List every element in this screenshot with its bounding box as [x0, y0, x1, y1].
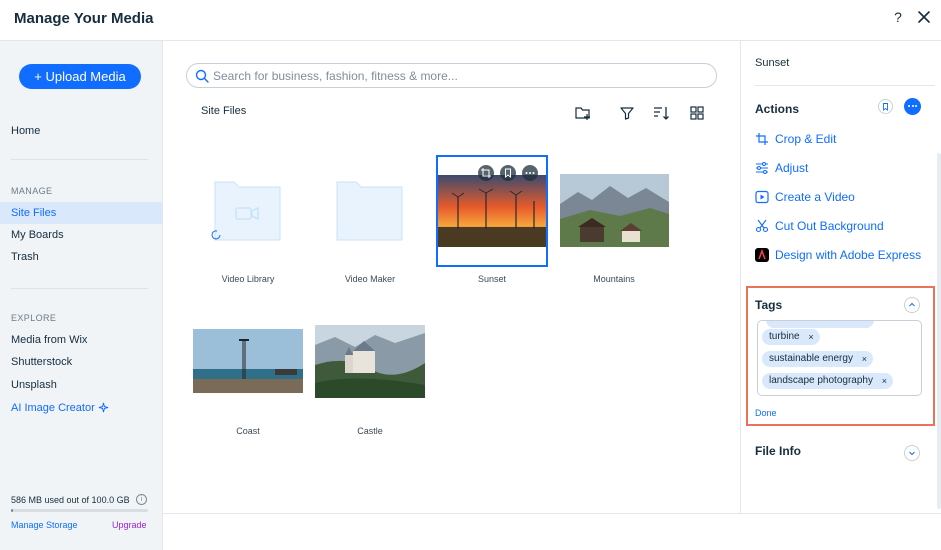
- header: Manage Your Media ?: [0, 0, 941, 41]
- sidebar: + Upload Media Home MANAGE Site Files My…: [0, 41, 163, 550]
- sidebar-divider: [11, 159, 148, 160]
- tags-title: Tags: [755, 298, 783, 312]
- media-item-sunset[interactable]: [436, 155, 548, 267]
- help-icon[interactable]: ?: [890, 9, 906, 25]
- coast-thumbnail: [193, 329, 303, 393]
- folder-icon: [336, 181, 403, 241]
- tag-chip: sustainable energy ×: [762, 351, 873, 367]
- details-panel: Sunset Actions Crop & Edit Adjust Create…: [740, 41, 941, 513]
- tag-label: sustainable energy: [769, 353, 853, 364]
- tags-done-button[interactable]: Done: [755, 408, 777, 418]
- tag-chip: turbine ×: [762, 329, 820, 345]
- chevron-up-icon: [909, 302, 915, 307]
- tag-label: landscape photography: [769, 375, 873, 386]
- media-item-label: Video Library: [221, 274, 275, 284]
- sidebar-item-home[interactable]: Home: [0, 120, 162, 142]
- search-box[interactable]: [186, 63, 717, 88]
- more-options-icon[interactable]: [522, 165, 538, 181]
- app-title: Manage Your Media: [14, 10, 154, 27]
- section-label-manage: MANAGE: [11, 186, 53, 196]
- selected-file-name: Sunset: [755, 57, 790, 69]
- bookmark-icon[interactable]: [500, 165, 516, 181]
- section-label-explore: EXPLORE: [11, 313, 57, 323]
- sidebar-item-site-files[interactable]: Site Files: [0, 202, 162, 224]
- media-item-mountains[interactable]: [558, 156, 670, 268]
- remove-tag-icon[interactable]: ×: [808, 329, 813, 345]
- footer-divider: [163, 513, 941, 514]
- media-item-label: Coast: [236, 426, 260, 436]
- media-item-video-library[interactable]: [192, 156, 304, 268]
- tag-chip-partial: [766, 321, 874, 328]
- manage-storage-link[interactable]: Manage Storage: [11, 520, 78, 530]
- media-grid-area: Site Files Video Library Video Maker: [163, 41, 740, 513]
- media-item-label: Mountains: [593, 274, 635, 284]
- adobe-express-icon: [755, 248, 769, 262]
- tags-input[interactable]: turbine × sustainable energy × landscape p…: [757, 320, 922, 396]
- castle-thumbnail: [315, 325, 425, 398]
- bookmark-icon: [883, 103, 888, 111]
- chevron-down-icon: [909, 451, 915, 456]
- sidebar-item-trash[interactable]: Trash: [0, 246, 162, 268]
- filter-icon[interactable]: [618, 104, 636, 122]
- upload-media-button[interactable]: + Upload Media: [19, 64, 141, 89]
- sidebar-item-my-boards[interactable]: My Boards: [0, 224, 162, 246]
- sidebar-item-ai-image-creator[interactable]: AI Image Creator: [0, 397, 162, 419]
- crop-icon[interactable]: [478, 165, 494, 181]
- grid-view-icon[interactable]: [688, 104, 706, 122]
- storage-usage-text: 586 MB used out of 100.0 GB: [11, 495, 130, 505]
- storage-progress-fill: [11, 509, 13, 512]
- storage-progress-bar: [11, 509, 148, 512]
- scissors-icon: [755, 219, 769, 233]
- video-folder-icon: [211, 181, 281, 241]
- tag-label: turbine: [769, 331, 800, 342]
- new-folder-icon[interactable]: [574, 104, 592, 122]
- more-actions-button[interactable]: [904, 98, 921, 115]
- panel-scrollbar[interactable]: [937, 153, 941, 509]
- media-item-label: Sunset: [477, 274, 507, 284]
- upgrade-link[interactable]: Upgrade: [112, 520, 147, 530]
- media-item-label: Video Maker: [344, 274, 396, 284]
- remove-tag-icon[interactable]: ×: [882, 373, 887, 389]
- media-item-castle[interactable]: [314, 307, 426, 419]
- close-icon[interactable]: [915, 8, 933, 26]
- sidebar-divider: [11, 288, 148, 289]
- sparkle-icon: [98, 402, 109, 413]
- sidebar-item-unsplash[interactable]: Unsplash: [0, 374, 162, 396]
- file-info-expand-button[interactable]: [904, 445, 920, 461]
- media-item-video-maker[interactable]: [314, 156, 426, 268]
- crop-icon: [756, 133, 768, 145]
- panel-divider: [755, 85, 935, 86]
- info-icon[interactable]: i: [136, 494, 147, 505]
- sunset-thumbnail: [438, 175, 546, 247]
- sliders-icon: [756, 162, 768, 174]
- search-input[interactable]: [213, 67, 708, 85]
- file-info-title: File Info: [755, 444, 801, 458]
- breadcrumb: Site Files: [201, 105, 247, 117]
- sort-icon[interactable]: [652, 104, 670, 122]
- play-icon: [755, 190, 769, 204]
- sidebar-item-media-from-wix[interactable]: Media from Wix: [0, 329, 162, 351]
- actions-title: Actions: [755, 102, 800, 116]
- media-item-label: Castle: [357, 426, 383, 436]
- sidebar-item-shutterstock[interactable]: Shutterstock: [0, 351, 162, 373]
- media-item-coast[interactable]: [192, 307, 304, 419]
- mountains-thumbnail: [560, 174, 669, 247]
- remove-tag-icon[interactable]: ×: [862, 351, 867, 367]
- bookmark-button[interactable]: [878, 99, 893, 114]
- search-icon: [195, 69, 209, 83]
- tag-chip: landscape photography ×: [762, 373, 893, 389]
- tags-collapse-button[interactable]: [904, 297, 920, 313]
- tags-section: Tags turbine × sustainable energy × landsc…: [746, 286, 935, 426]
- sidebar-item-label: AI Image Creator: [11, 402, 95, 414]
